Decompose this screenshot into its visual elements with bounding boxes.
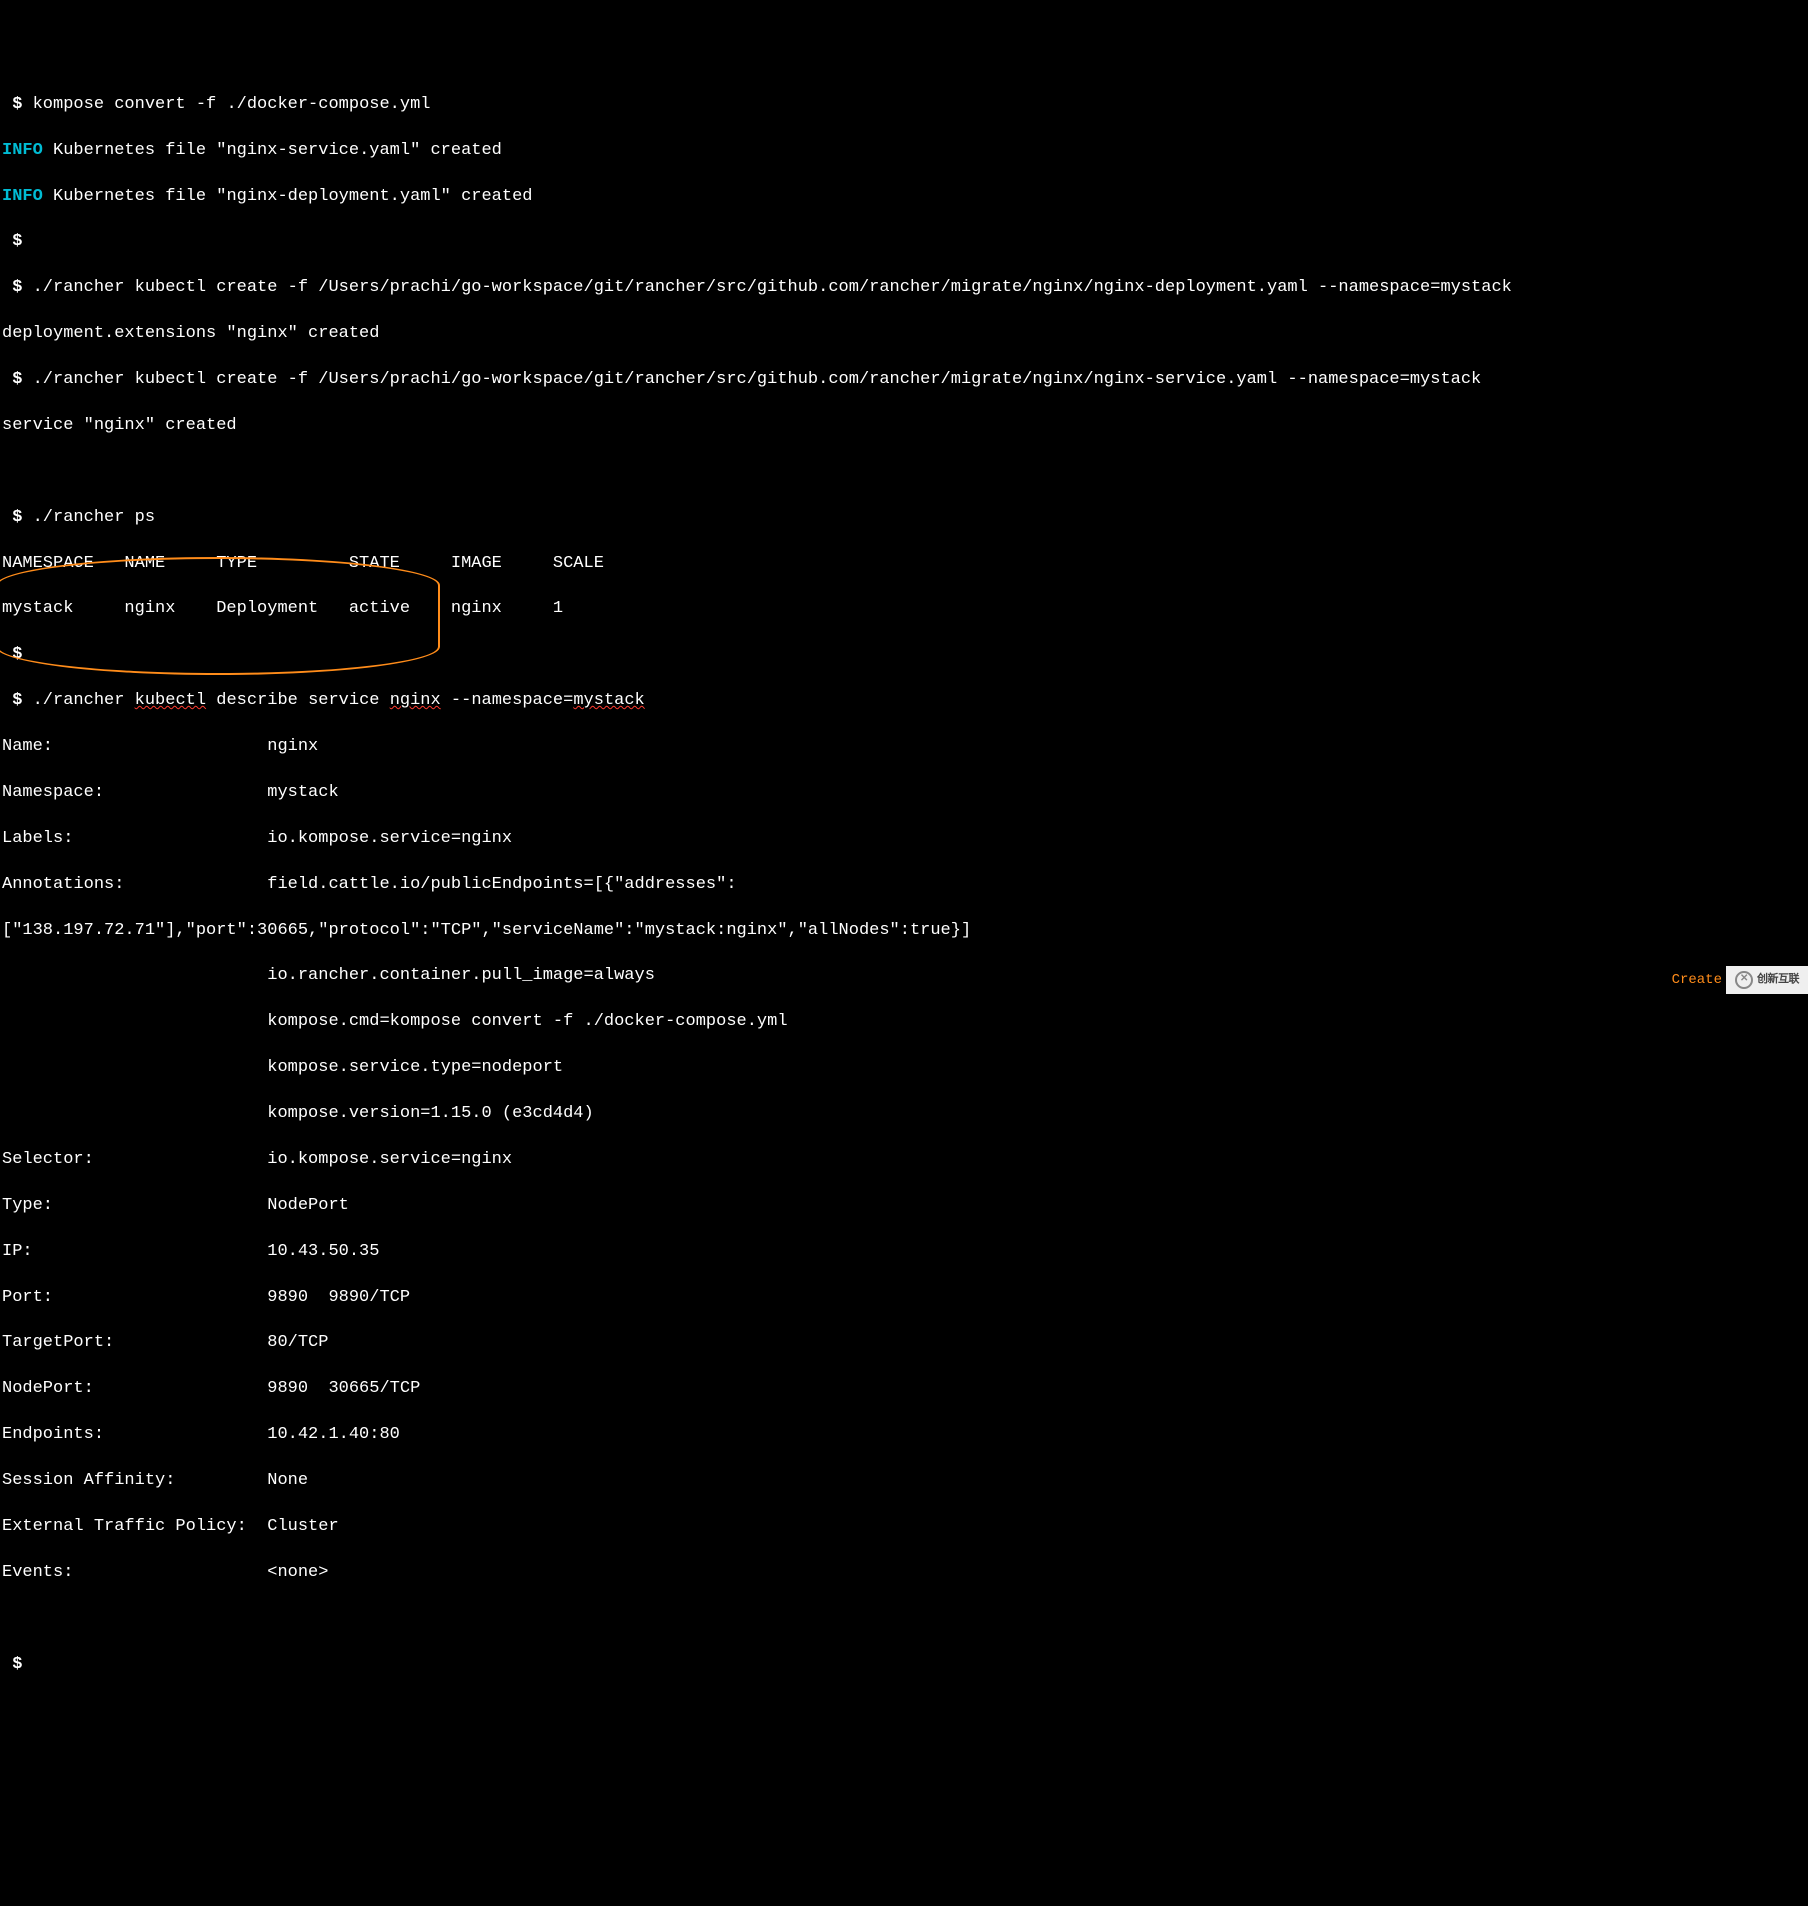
info-tag: INFO bbox=[2, 141, 43, 160]
spellcheck-underline: kubectl bbox=[135, 691, 206, 710]
prompt: $ bbox=[2, 645, 22, 664]
terminal-line: Name: nginx bbox=[2, 736, 1808, 759]
output-text: Type: NodePort bbox=[2, 1196, 349, 1215]
prompt: $ bbox=[2, 370, 33, 389]
output-text: TargetPort: 80/TCP bbox=[2, 1333, 328, 1352]
table-row: mystack nginx Deployment active nginx 1 bbox=[2, 599, 563, 618]
prompt: $ bbox=[2, 691, 33, 710]
terminal-line bbox=[2, 1608, 1808, 1631]
command-text: kompose convert -f ./docker-compose.yml bbox=[33, 95, 431, 114]
terminal-line: INFO Kubernetes file "nginx-deployment.y… bbox=[2, 186, 1808, 209]
output-text: kompose.service.type=nodeport bbox=[2, 1058, 563, 1077]
terminal-line: NAMESPACE NAME TYPE STATE IMAGE SCALE bbox=[2, 553, 1808, 576]
spellcheck-underline: nginx bbox=[390, 691, 441, 710]
output-text: Endpoints: 10.42.1.40:80 bbox=[2, 1425, 400, 1444]
watermark-logo: ✕ 创新互联 bbox=[1726, 966, 1808, 994]
terminal-line: $ ./rancher ps bbox=[2, 507, 1808, 530]
output-text: kompose.cmd=kompose convert -f ./docker-… bbox=[2, 1012, 788, 1031]
terminal-line: Namespace: mystack bbox=[2, 782, 1808, 805]
prompt: $ bbox=[2, 278, 33, 297]
terminal-line: External Traffic Policy: Cluster bbox=[2, 1516, 1808, 1539]
output-text: service "nginx" created bbox=[2, 416, 237, 435]
terminal-line: $ ./rancher kubectl describe service ngi… bbox=[2, 690, 1808, 713]
command-text: ./rancher kubectl create -f /Users/prach… bbox=[33, 370, 1482, 389]
prompt: $ bbox=[2, 1655, 22, 1674]
terminal-line: $ ./rancher kubectl create -f /Users/pra… bbox=[2, 369, 1808, 392]
terminal-line: IP: 10.43.50.35 bbox=[2, 1241, 1808, 1264]
watermark-logo-icon: ✕ bbox=[1735, 971, 1753, 989]
terminal-line: TargetPort: 80/TCP bbox=[2, 1332, 1808, 1355]
command-text: ./rancher kubectl create -f /Users/prach… bbox=[33, 278, 1512, 297]
terminal-line: Type: NodePort bbox=[2, 1195, 1808, 1218]
output-text: Selector: io.kompose.service=nginx bbox=[2, 1150, 512, 1169]
command-text: --namespace= bbox=[441, 691, 574, 710]
terminal-line: service "nginx" created bbox=[2, 415, 1808, 438]
watermark-text: 创新互联 bbox=[1757, 973, 1799, 988]
terminal-line: io.rancher.container.pull_image=always bbox=[2, 965, 1808, 988]
terminal-line: Annotations: field.cattle.io/publicEndpo… bbox=[2, 874, 1808, 897]
footer-create-label: Create bbox=[1672, 971, 1722, 990]
output-text: kompose.version=1.15.0 (e3cd4d4) bbox=[2, 1104, 594, 1123]
spellcheck-underline: mystack bbox=[573, 691, 644, 710]
command-text: ./rancher ps bbox=[33, 508, 155, 527]
output-text: Session Affinity: None bbox=[2, 1471, 308, 1490]
output-text: Namespace: mystack bbox=[2, 783, 339, 802]
output-text: deployment.extensions "nginx" created bbox=[2, 324, 379, 343]
terminal-line: mystack nginx Deployment active nginx 1 bbox=[2, 598, 1808, 621]
prompt: $ bbox=[2, 508, 33, 527]
output-text: io.rancher.container.pull_image=always bbox=[2, 966, 655, 985]
terminal-line: Events: <none> bbox=[2, 1562, 1808, 1585]
terminal-line: $ bbox=[2, 231, 1808, 254]
output-text: Annotations: field.cattle.io/publicEndpo… bbox=[2, 875, 737, 894]
table-header: NAMESPACE NAME TYPE STATE IMAGE SCALE bbox=[2, 554, 604, 573]
terminal-line: INFO Kubernetes file "nginx-service.yaml… bbox=[2, 140, 1808, 163]
terminal-line: kompose.cmd=kompose convert -f ./docker-… bbox=[2, 1011, 1808, 1034]
terminal-line: ["138.197.72.71"],"port":30665,"protocol… bbox=[2, 920, 1808, 943]
output-text: Kubernetes file "nginx-service.yaml" cre… bbox=[43, 141, 502, 160]
output-text: External Traffic Policy: Cluster bbox=[2, 1517, 339, 1536]
terminal-line: kompose.version=1.15.0 (e3cd4d4) bbox=[2, 1103, 1808, 1126]
command-text: describe service bbox=[206, 691, 390, 710]
terminal-line: $ kompose convert -f ./docker-compose.ym… bbox=[2, 94, 1808, 117]
info-tag: INFO bbox=[2, 187, 43, 206]
terminal-line: Labels: io.kompose.service=nginx bbox=[2, 828, 1808, 851]
terminal-line bbox=[2, 461, 1808, 484]
terminal-line: kompose.service.type=nodeport bbox=[2, 1057, 1808, 1080]
terminal-line: $ bbox=[2, 1654, 1808, 1677]
terminal-line: $ ./rancher kubectl create -f /Users/pra… bbox=[2, 277, 1808, 300]
command-text: ./rancher bbox=[33, 691, 135, 710]
prompt: $ bbox=[2, 95, 33, 114]
terminal-line: Selector: io.kompose.service=nginx bbox=[2, 1149, 1808, 1172]
prompt: $ bbox=[2, 232, 22, 251]
output-text: IP: 10.43.50.35 bbox=[2, 1242, 379, 1261]
terminal-line: deployment.extensions "nginx" created bbox=[2, 323, 1808, 346]
terminal-line: NodePort: 9890 30665/TCP bbox=[2, 1378, 1808, 1401]
output-text: Kubernetes file "nginx-deployment.yaml" … bbox=[43, 187, 533, 206]
terminal-line: Session Affinity: None bbox=[2, 1470, 1808, 1493]
output-text: Name: nginx bbox=[2, 737, 318, 756]
terminal-line: $ bbox=[2, 644, 1808, 667]
output-text: Labels: io.kompose.service=nginx bbox=[2, 829, 512, 848]
terminal-line: Port: 9890 9890/TCP bbox=[2, 1287, 1808, 1310]
terminal-line: Endpoints: 10.42.1.40:80 bbox=[2, 1424, 1808, 1447]
output-text: ["138.197.72.71"],"port":30665,"protocol… bbox=[2, 921, 971, 940]
output-text: Events: <none> bbox=[2, 1563, 328, 1582]
output-text: NodePort: 9890 30665/TCP bbox=[2, 1379, 420, 1398]
output-text: Port: 9890 9890/TCP bbox=[2, 1288, 410, 1307]
